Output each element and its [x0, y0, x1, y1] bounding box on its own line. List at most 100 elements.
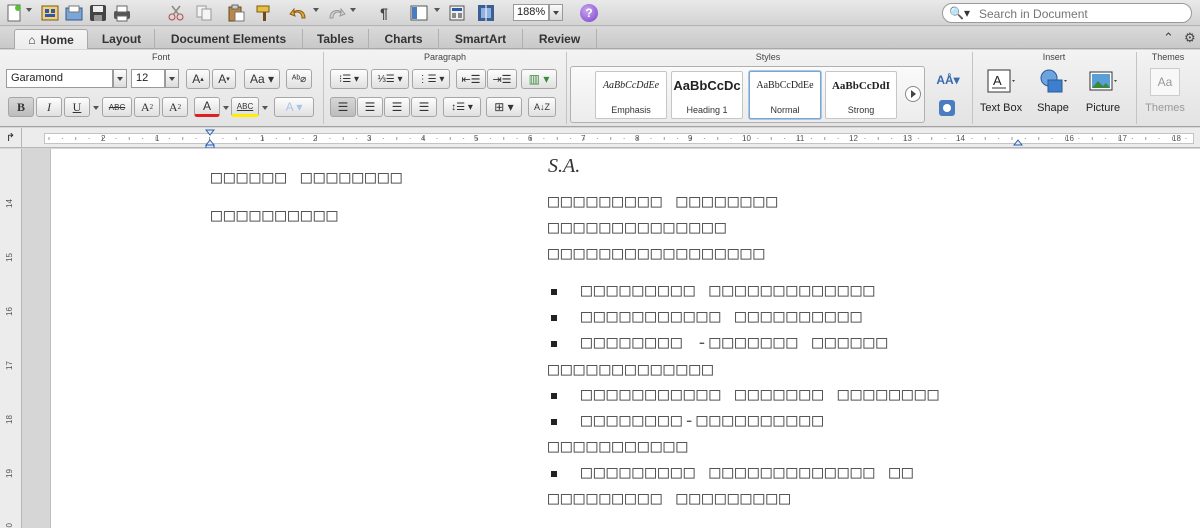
- media-browser-icon[interactable]: [475, 3, 497, 23]
- vertical-ruler-number: 20: [4, 523, 14, 528]
- style-heading-1[interactable]: AaBbCcDc Heading 1: [671, 71, 743, 119]
- tab-layout[interactable]: Layout: [89, 29, 155, 49]
- font-name-dropdown[interactable]: [113, 69, 127, 88]
- text-box-button[interactable]: A Text Box: [976, 68, 1026, 124]
- superscript-button[interactable]: A2: [134, 97, 160, 117]
- themes-button[interactable]: Aa Themes: [1140, 68, 1190, 124]
- shrink-font-button[interactable]: A ▾: [212, 69, 236, 89]
- shape-button[interactable]: Shape: [1028, 68, 1078, 124]
- columns-icon: ▥ ▾: [528, 72, 550, 86]
- open-icon[interactable]: [64, 3, 84, 23]
- sidebar-menu-icon[interactable]: [434, 8, 440, 12]
- text-effects-button[interactable]: A ▾: [274, 97, 314, 117]
- align-left-button[interactable]: ☰: [330, 97, 356, 117]
- toolbox-icon[interactable]: [447, 3, 467, 23]
- clear-formatting-button[interactable]: ᴬᵇ⌀: [286, 69, 312, 89]
- tab-smartart[interactable]: SmartArt: [439, 29, 523, 49]
- document-page[interactable]: S.A. □□□□□□ □□□□□□□□ □□□□□□□□□□ □□□□□□□□…: [50, 149, 1200, 528]
- zoom-dropdown[interactable]: [549, 4, 563, 21]
- vertical-ruler-number: 18: [4, 415, 14, 424]
- redo-menu-icon[interactable]: [350, 8, 356, 12]
- numbering-button[interactable]: ⅓☰ ▾: [371, 69, 409, 89]
- undo-icon[interactable]: [288, 3, 310, 23]
- font-name-field[interactable]: Garamond: [6, 69, 113, 88]
- format-painter-icon[interactable]: [254, 3, 274, 23]
- styles-pane-button[interactable]: [936, 98, 958, 118]
- bullet-continuation: □□□□□□□□□□□□□: [548, 359, 715, 380]
- show-formatting-icon[interactable]: ¶: [374, 3, 394, 23]
- tab-stop-selector[interactable]: ↱: [0, 128, 22, 148]
- increase-indent-button[interactable]: ⇥☰: [487, 69, 517, 89]
- left-column-line: □□□□□□ □□□□□□□□: [211, 167, 404, 188]
- print-icon[interactable]: [112, 3, 132, 23]
- bullet-icon: [551, 419, 557, 425]
- bullet-text: □□□□□□□□ -□□□□□□□ □□□□□□: [581, 332, 890, 353]
- undo-menu-icon[interactable]: [313, 8, 319, 12]
- templates-icon[interactable]: [40, 3, 60, 23]
- ribbon-settings-icon[interactable]: ⚙: [1184, 30, 1196, 46]
- zoom-field[interactable]: 188%: [513, 4, 549, 21]
- save-icon[interactable]: [88, 3, 108, 23]
- bullet-text: □□□□□□□□□ □□□□□□□□□□□□□: [581, 280, 877, 301]
- vertical-ruler-number: 15: [4, 253, 14, 262]
- tab-charts[interactable]: Charts: [369, 29, 439, 49]
- highlight-button[interactable]: ABC: [231, 97, 259, 117]
- horizontal-ruler[interactable]: 2 1 1 2 3 4 5 6 7 8 9 10 11 12 13 14 16 17 18: [22, 128, 1200, 148]
- tab-document-elements[interactable]: Document Elements: [155, 29, 303, 49]
- font-size-field[interactable]: 12: [131, 69, 165, 88]
- quick-styles-button[interactable]: AÅ▾: [932, 68, 964, 92]
- font-color-button[interactable]: A: [194, 97, 220, 117]
- align-center-button[interactable]: ☰: [357, 97, 383, 117]
- search-box[interactable]: 🔍▾: [942, 3, 1192, 23]
- new-document-menu-icon[interactable]: [26, 8, 32, 12]
- indent-marker-icon[interactable]: [205, 128, 215, 148]
- tab-tables[interactable]: Tables: [303, 29, 369, 49]
- highlight-menu-icon[interactable]: [262, 106, 268, 110]
- justify-button[interactable]: ☰: [411, 97, 437, 117]
- right-indent-marker-icon[interactable]: [1013, 128, 1023, 148]
- style-strong[interactable]: AaBbCcDdI Strong: [825, 71, 897, 119]
- copy-icon[interactable]: [194, 3, 214, 23]
- gallery-scroll-icon[interactable]: [905, 86, 921, 102]
- tab-home[interactable]: ⌂ Home: [14, 29, 88, 49]
- align-right-button[interactable]: ☰: [384, 97, 410, 117]
- cut-icon[interactable]: [166, 3, 186, 23]
- grow-font-button[interactable]: A ▴: [186, 69, 210, 89]
- search-input[interactable]: [979, 6, 1184, 21]
- underline-menu-icon[interactable]: [93, 106, 99, 110]
- search-icon[interactable]: 🔍▾: [949, 6, 970, 20]
- strikethrough-button[interactable]: ABC: [102, 97, 132, 117]
- ruler-number: 6: [528, 134, 533, 143]
- decrease-indent-button[interactable]: ⇤☰: [456, 69, 486, 89]
- multilevel-list-button[interactable]: ⋮☰ ▾: [412, 69, 450, 89]
- line-spacing-button[interactable]: ↕☰ ▾: [443, 97, 481, 117]
- bullets-button[interactable]: ⁝☰ ▾: [330, 69, 368, 89]
- redo-icon[interactable]: [325, 3, 347, 23]
- change-case-button[interactable]: Aa ▾: [244, 69, 280, 89]
- new-document-icon[interactable]: [4, 3, 24, 23]
- sort-button[interactable]: A↓Z: [528, 97, 556, 117]
- borders-button[interactable]: ⊞ ▾: [486, 97, 522, 117]
- sidebar-icon[interactable]: [408, 3, 430, 23]
- style-emphasis[interactable]: AaBbCcDdEe Emphasis: [595, 71, 667, 119]
- vertical-ruler[interactable]: 14 15 16 17 18 19 20: [0, 149, 22, 528]
- font-size-dropdown[interactable]: [165, 69, 179, 88]
- help-icon[interactable]: ?: [580, 4, 598, 22]
- bold-button[interactable]: B: [8, 97, 34, 117]
- tab-review[interactable]: Review: [523, 29, 597, 49]
- collapse-ribbon-icon[interactable]: ⌃: [1163, 30, 1174, 46]
- ruler-number: 16: [1065, 134, 1074, 143]
- picture-button[interactable]: Picture: [1078, 68, 1128, 124]
- style-normal[interactable]: AaBbCcDdEe Normal: [749, 71, 821, 119]
- text-box-icon: A: [987, 69, 1015, 93]
- style-label: Normal: [770, 105, 800, 115]
- bullet-icon: [551, 315, 557, 321]
- styles-gallery: AaBbCcDdEe Emphasis AaBbCcDc Heading 1 A…: [570, 66, 925, 123]
- paste-icon[interactable]: [226, 3, 246, 23]
- underline-button[interactable]: U: [64, 97, 90, 117]
- subscript-button[interactable]: A2: [162, 97, 188, 117]
- columns-button[interactable]: ▥ ▾: [521, 69, 557, 89]
- bullet-icon: [551, 393, 557, 399]
- font-color-menu-icon[interactable]: [223, 106, 229, 110]
- italic-button[interactable]: I: [36, 97, 62, 117]
